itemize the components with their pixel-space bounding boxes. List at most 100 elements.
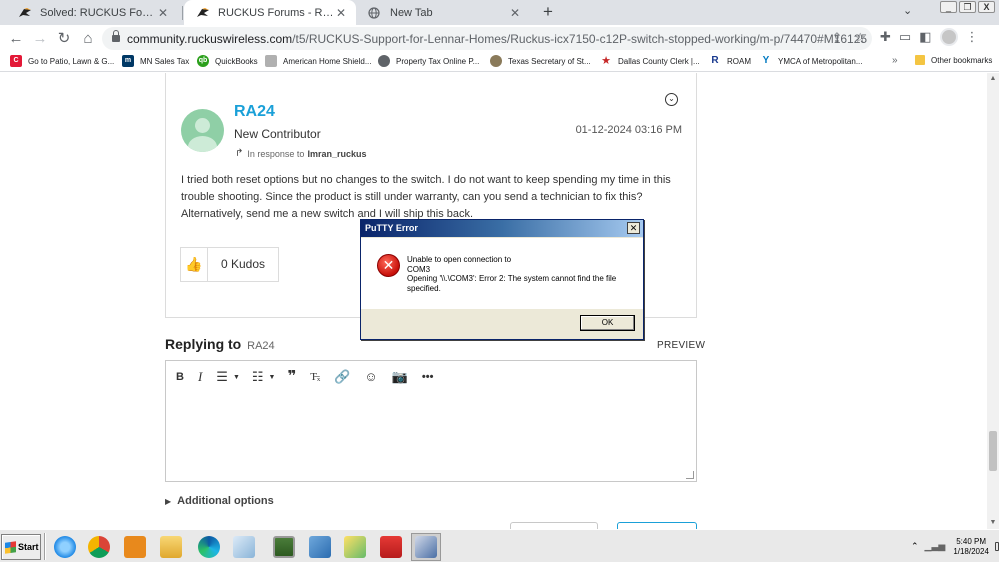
menu-kebab-icon[interactable]: ⋮ bbox=[966, 29, 979, 45]
additional-options-toggle[interactable]: ▶ Additional options bbox=[165, 495, 274, 507]
error-message: Unable to open connection to COM3 Openin… bbox=[407, 255, 617, 293]
toolbox-icon[interactable] bbox=[376, 533, 406, 561]
new-tab-button[interactable]: + bbox=[538, 2, 558, 22]
bullet-list-dropdown-icon[interactable]: ▼ bbox=[233, 374, 240, 381]
bookmark-patio-lawn[interactable]: C Go to Patio, Lawn & G... bbox=[10, 55, 114, 67]
forward-arrow-icon[interactable]: → bbox=[28, 27, 52, 51]
italic-icon[interactable]: I bbox=[198, 369, 202, 385]
preview-tab[interactable]: PREVIEW bbox=[657, 340, 705, 351]
numbered-list-dropdown-icon[interactable]: ▼ bbox=[269, 374, 276, 381]
primary-action-button[interactable] bbox=[617, 522, 697, 529]
numbered-list-icon[interactable]: ☷ bbox=[252, 369, 264, 385]
extensions-puzzle-icon[interactable]: ✚ bbox=[880, 29, 891, 45]
bookmarks-overflow-button[interactable]: » bbox=[892, 55, 898, 66]
bookmark-property-tax[interactable]: Property Tax Online P... bbox=[378, 55, 479, 67]
tab-close-icon[interactable]: ✕ bbox=[334, 6, 348, 20]
link-icon[interactable]: 🔗 bbox=[334, 369, 350, 385]
bold-icon[interactable]: B bbox=[176, 369, 184, 385]
minimize-button[interactable]: _ bbox=[940, 1, 957, 13]
cable-tool-icon[interactable] bbox=[340, 533, 370, 561]
tab-new-tab[interactable]: New Tab ✕ bbox=[356, 0, 530, 25]
globe-icon bbox=[368, 6, 382, 19]
bookmark-dallas-county-clerk[interactable]: ★ Dallas County Clerk |... bbox=[600, 55, 700, 67]
window-controls: _ ❐ X bbox=[940, 1, 995, 13]
taskbar-clock[interactable]: 5:40 PM 1/18/2024 bbox=[953, 537, 989, 557]
clear-format-icon[interactable]: T̶ₓ bbox=[310, 369, 320, 385]
caret-right-icon: ▶ bbox=[165, 497, 172, 506]
bookmark-roam[interactable]: R ROAM bbox=[709, 55, 751, 67]
home-icon[interactable]: ⌂ bbox=[76, 27, 100, 51]
control-panel-icon[interactable] bbox=[305, 533, 335, 561]
notepad-icon[interactable] bbox=[229, 533, 259, 561]
camera-icon[interactable]: 📷 bbox=[392, 369, 408, 385]
editor-toolbar: B I ☰ ▼ ☷ ▼ ❞ T̶ₓ 🔗 ☺ 📷 ••• bbox=[176, 369, 447, 385]
kudos-thumbs-up-button[interactable]: 👍 bbox=[181, 248, 208, 281]
texas-seal-icon bbox=[490, 55, 502, 67]
scroll-up-arrow-icon[interactable]: ▲ bbox=[987, 73, 999, 85]
post-author-link[interactable]: RA24 bbox=[234, 103, 275, 121]
windows-taskbar: Start ⌃ ▁▃▅ 5:40 PM 1/18/2024 bbox=[0, 529, 999, 562]
putty-taskbar-icon[interactable] bbox=[411, 533, 441, 561]
bookmark-star-icon[interactable]: ☆ bbox=[854, 30, 866, 46]
ok-button[interactable]: OK bbox=[580, 315, 635, 331]
bookmark-quickbooks[interactable]: qb QuickBooks bbox=[197, 55, 258, 67]
other-bookmarks-folder[interactable]: Other bookmarks bbox=[915, 55, 992, 65]
chrome-icon[interactable] bbox=[84, 533, 114, 561]
secondary-action-button[interactable] bbox=[510, 522, 598, 529]
roam-icon: R bbox=[711, 55, 719, 66]
page-scrollbar[interactable]: ▲ ▼ bbox=[987, 73, 999, 529]
reply-arrow-icon: ↱ bbox=[235, 148, 244, 159]
editor-resize-handle[interactable] bbox=[686, 471, 694, 479]
dialog-title-bar[interactable]: PuTTY Error ✕ bbox=[361, 220, 643, 237]
user-avatar-icon[interactable] bbox=[181, 109, 224, 152]
file-explorer-folder-icon[interactable] bbox=[156, 533, 186, 561]
in-response-to: ↱ In response to Imran_ruckus bbox=[235, 148, 367, 159]
back-arrow-icon[interactable]: ← bbox=[4, 27, 28, 51]
side-panel-icon[interactable]: ◧ bbox=[919, 29, 931, 45]
close-window-button[interactable]: X bbox=[978, 1, 995, 13]
more-options-icon[interactable]: ••• bbox=[422, 369, 434, 385]
homedepot-icon: C bbox=[10, 55, 22, 67]
tab-close-icon[interactable]: ✕ bbox=[508, 6, 522, 20]
quote-icon[interactable]: ❞ bbox=[287, 369, 296, 385]
post-options-chevron-icon[interactable]: ⌄ bbox=[665, 93, 678, 106]
tab-search-chevron-icon[interactable]: ⌄ bbox=[903, 4, 912, 17]
reload-icon[interactable]: ↻ bbox=[52, 27, 76, 51]
scrollbar-thumb[interactable] bbox=[989, 431, 997, 471]
internet-explorer-icon[interactable] bbox=[50, 533, 80, 561]
notification-icon[interactable] bbox=[994, 542, 999, 551]
ymca-icon: Y bbox=[762, 55, 770, 66]
show-hidden-icons-icon[interactable]: ⌃ bbox=[911, 541, 919, 552]
reply-editor[interactable]: B I ☰ ▼ ☷ ▼ ❞ T̶ₓ 🔗 ☺ 📷 ••• bbox=[165, 360, 697, 482]
cast-icon[interactable]: ▭ bbox=[899, 29, 911, 45]
ruckus-favicon-icon bbox=[18, 7, 32, 19]
in-response-to-link[interactable]: Imran_ruckus bbox=[307, 149, 366, 159]
emoji-icon[interactable]: ☺ bbox=[364, 369, 377, 385]
bookmark-texas-sos[interactable]: Texas Secretary of St... bbox=[490, 55, 591, 67]
share-icon[interactable]: ⇪ bbox=[831, 30, 842, 46]
bullet-list-icon[interactable]: ☰ bbox=[216, 369, 228, 385]
edge-icon[interactable] bbox=[194, 533, 224, 561]
url-text: community.ruckuswireless.com/t5/RUCKUS-S… bbox=[127, 31, 868, 46]
dialog-close-button[interactable]: ✕ bbox=[627, 222, 640, 234]
reply-heading: Replying to RA24 bbox=[165, 336, 275, 352]
outlook-icon[interactable] bbox=[120, 533, 150, 561]
tab-label: New Tab bbox=[390, 6, 433, 19]
bookmark-ymca[interactable]: Y YMCA of Metropolitan... bbox=[760, 55, 863, 67]
address-bar[interactable]: community.ruckuswireless.com/t5/RUCKUS-S… bbox=[102, 27, 872, 50]
network-signal-icon[interactable]: ▁▃▅ bbox=[925, 541, 946, 552]
tab-close-icon[interactable]: ✕ bbox=[156, 6, 170, 20]
profile-avatar[interactable] bbox=[939, 28, 958, 46]
bookmark-american-home-shield[interactable]: American Home Shield... bbox=[265, 55, 371, 67]
start-button[interactable]: Start bbox=[1, 534, 41, 560]
restore-button[interactable]: ❐ bbox=[959, 1, 976, 13]
putty-error-dialog: PuTTY Error ✕ ✕ Unable to open connectio… bbox=[360, 219, 644, 340]
terminal-app-icon[interactable] bbox=[269, 533, 299, 561]
tab-solved-firmware[interactable]: Solved: RUCKUS Forums - Re: Firmw ✕ bbox=[6, 0, 178, 25]
tab-ruckus-icx7150[interactable]: RUCKUS Forums - Ruckus icx7150 c1 ✕ bbox=[184, 0, 356, 25]
author-rank: New Contributor bbox=[234, 127, 321, 141]
lock-icon bbox=[112, 30, 120, 43]
scroll-down-arrow-icon[interactable]: ▼ bbox=[987, 517, 999, 529]
bookmark-mn-sales-tax[interactable]: m MN Sales Tax bbox=[122, 55, 189, 67]
tab-separator bbox=[182, 6, 183, 20]
